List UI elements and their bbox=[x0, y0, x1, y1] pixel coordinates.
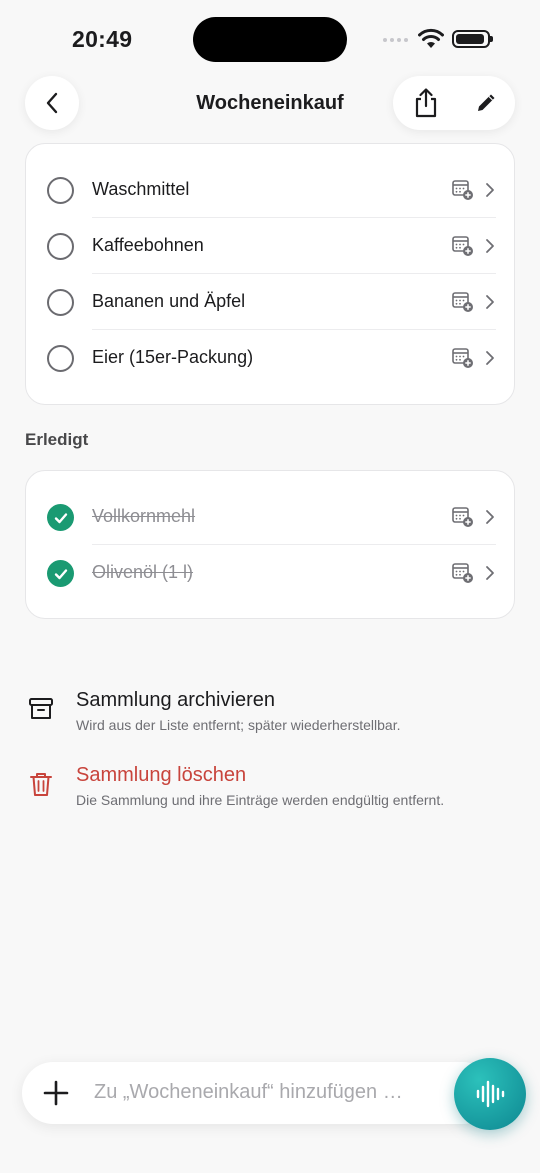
chevron-right-icon bbox=[486, 510, 494, 524]
share-icon bbox=[415, 88, 437, 118]
calendar-add-icon[interactable] bbox=[452, 291, 474, 313]
section-title-done: Erledigt bbox=[25, 430, 89, 449]
archive-subtitle: Wird aus der Liste entfernt; später wied… bbox=[76, 717, 401, 733]
calendar-add-icon[interactable] bbox=[452, 506, 474, 528]
cellular-signal-icon bbox=[383, 38, 408, 42]
trash-icon bbox=[30, 773, 52, 796]
chevron-right-icon bbox=[486, 295, 494, 309]
delete-title: Sammlung löschen bbox=[76, 764, 247, 786]
calendar-add-icon[interactable] bbox=[452, 235, 474, 257]
checkbox-circle[interactable] bbox=[47, 177, 74, 204]
calendar-add-icon[interactable] bbox=[452, 562, 474, 584]
voice-input-button[interactable] bbox=[454, 1058, 526, 1130]
status-bar: 20:49 bbox=[0, 0, 540, 80]
pencil-icon bbox=[478, 94, 495, 111]
delete-collection-button[interactable]: Sammlung löschen Die Sammlung und ihre E… bbox=[25, 764, 515, 820]
list-item[interactable]: Vollkornmehl bbox=[26, 489, 516, 545]
item-label: Bananen und Äpfel bbox=[92, 291, 246, 311]
item-label: Vollkornmehl bbox=[92, 506, 196, 526]
list-item[interactable]: Eier (15er-Packung) bbox=[26, 330, 516, 386]
waveform-icon bbox=[476, 1080, 505, 1108]
delete-subtitle: Die Sammlung und ihre Einträge werden en… bbox=[76, 792, 445, 808]
wifi-icon bbox=[418, 28, 444, 48]
list-item[interactable]: Olivenöl (1 l) bbox=[26, 545, 516, 601]
chevron-right-icon bbox=[486, 351, 494, 365]
checkmark-icon bbox=[54, 512, 67, 523]
add-item-bar bbox=[22, 1062, 494, 1124]
list-item[interactable]: Waschmittel bbox=[26, 162, 516, 218]
archive-collection-button[interactable]: Sammlung archivieren Wird aus der Liste … bbox=[25, 689, 515, 745]
share-button[interactable] bbox=[397, 76, 455, 130]
checkbox-circle[interactable] bbox=[47, 233, 74, 260]
edit-button[interactable] bbox=[457, 76, 515, 130]
nav-actions-group bbox=[393, 76, 515, 130]
checked-circle[interactable] bbox=[47, 504, 74, 531]
dynamic-island bbox=[193, 17, 347, 62]
calendar-add-icon[interactable] bbox=[452, 347, 474, 369]
calendar-add-icon[interactable] bbox=[452, 179, 474, 201]
chevron-right-icon bbox=[486, 566, 494, 580]
checkbox-circle[interactable] bbox=[47, 345, 74, 372]
checkbox-circle[interactable] bbox=[47, 289, 74, 316]
chevron-right-icon bbox=[486, 183, 494, 197]
list-item[interactable]: Bananen und Äpfel bbox=[26, 274, 516, 330]
battery-icon bbox=[452, 30, 493, 48]
item-label: Eier (15er-Packung) bbox=[92, 347, 254, 367]
checkmark-icon bbox=[54, 568, 67, 579]
item-label: Olivenöl (1 l) bbox=[92, 562, 194, 582]
archive-box-icon bbox=[29, 698, 53, 719]
open-items-card: Waschmittel Kaffeebohnen Bananen und Äpf… bbox=[25, 143, 515, 405]
add-item-input[interactable] bbox=[94, 1081, 424, 1104]
checked-circle[interactable] bbox=[47, 560, 74, 587]
status-time: 20:49 bbox=[72, 26, 133, 52]
plus-icon[interactable] bbox=[42, 1079, 70, 1107]
archive-title: Sammlung archivieren bbox=[76, 689, 275, 711]
done-items-card: Vollkornmehl Olivenöl (1 l) bbox=[25, 470, 515, 619]
list-item[interactable]: Kaffeebohnen bbox=[26, 218, 516, 274]
chevron-right-icon bbox=[486, 239, 494, 253]
item-label: Waschmittel bbox=[92, 179, 190, 199]
item-label: Kaffeebohnen bbox=[92, 235, 204, 255]
